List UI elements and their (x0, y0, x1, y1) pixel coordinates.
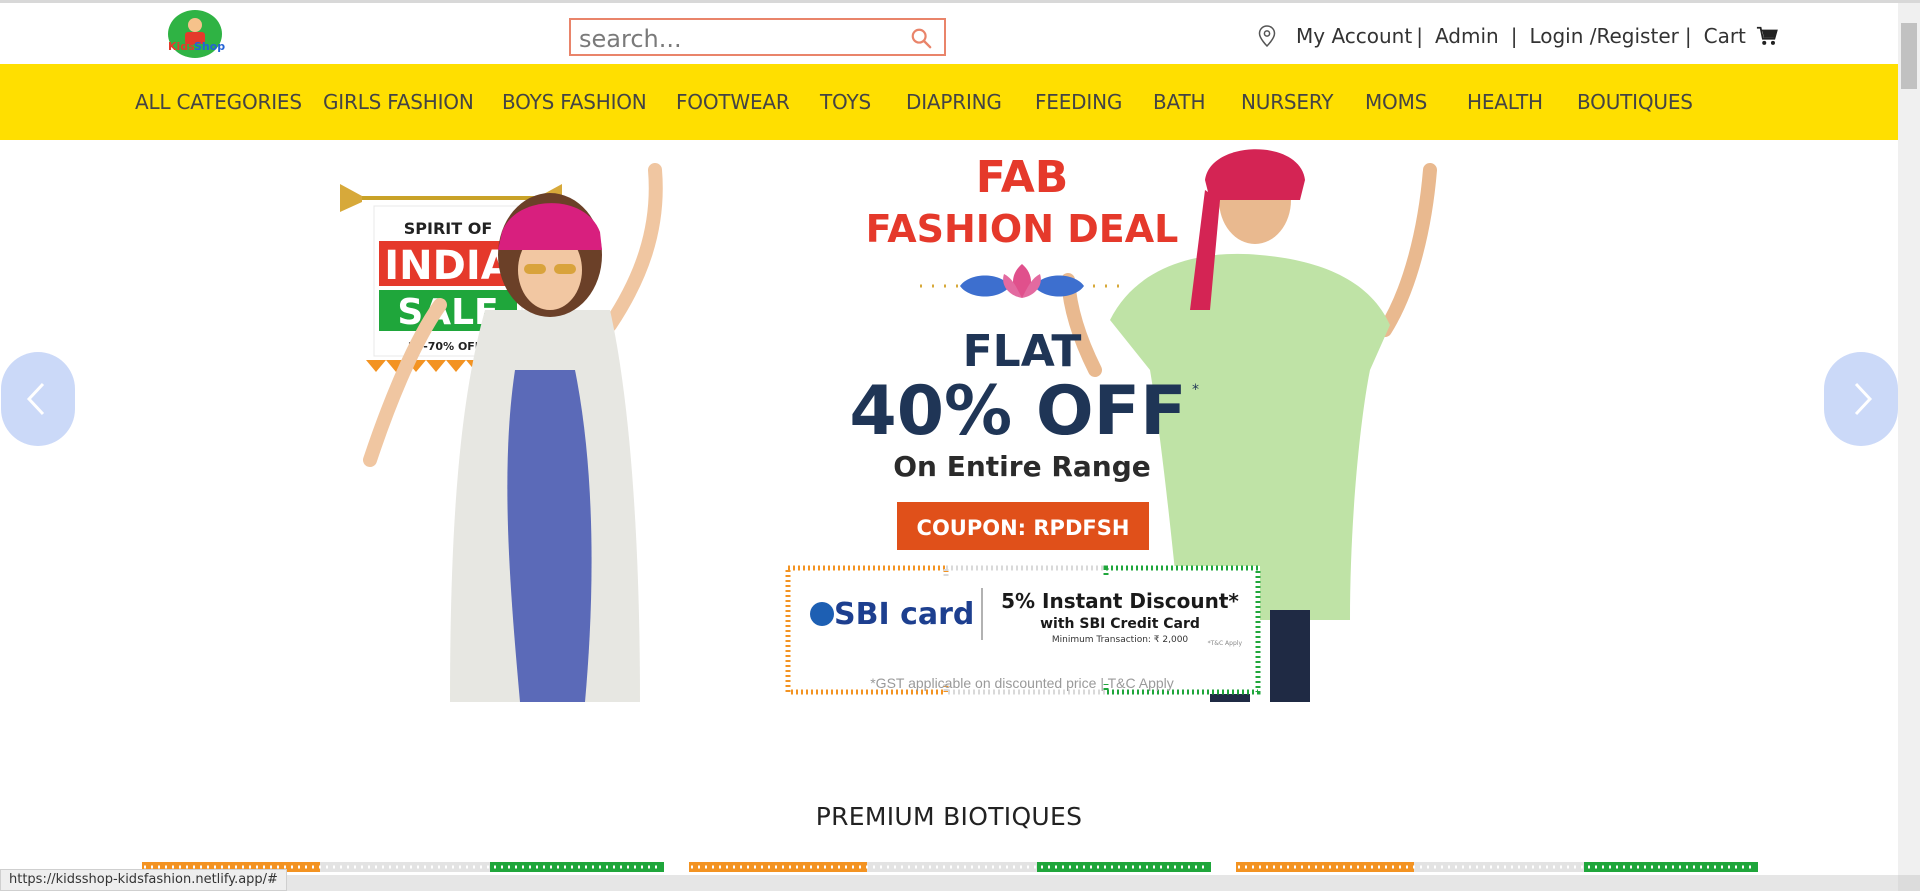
svg-text:Shop: Shop (194, 40, 225, 53)
nav-item-nursery[interactable]: NURSERY (1241, 90, 1333, 114)
svg-text:SPIRIT OF: SPIRIT OF (404, 219, 493, 238)
svg-text:*T&C Apply: *T&C Apply (1208, 640, 1243, 647)
nav-item-footwear[interactable]: FOOTWEAR (676, 90, 790, 114)
nav-item-boutiques[interactable]: BOUTIQUES (1577, 90, 1693, 114)
svg-text:40% OFF: 40% OFF (849, 372, 1186, 451)
admin-link[interactable]: Admin (1435, 24, 1499, 48)
svg-text:with SBI Credit Card: with SBI Credit Card (1040, 616, 1200, 632)
search-box[interactable] (569, 18, 946, 56)
svg-text:*: * (1192, 382, 1199, 398)
scrollbar-corner (1898, 875, 1920, 891)
location-pin-icon[interactable] (1258, 25, 1276, 47)
svg-text:FAB: FAB (976, 152, 1069, 203)
svg-text:On Entire Range: On Entire Range (893, 450, 1151, 483)
lotus-ornament-icon (920, 264, 1125, 298)
banner-footnote: *GST applicable on discounted price | T&… (870, 675, 1174, 691)
scrollbar-thumb[interactable] (1901, 23, 1917, 89)
link-separator: | (1510, 24, 1518, 48)
sbi-logo-icon (810, 602, 834, 626)
search-input[interactable] (577, 23, 901, 55)
promo-banner[interactable]: SPIRIT OF INDIA SALE 30-70% OFF* FAB FAS… (310, 140, 1610, 702)
site-header: Kids Shop My Account | Admin | Login /Re… (0, 3, 1898, 64)
vertical-scrollbar[interactable] (1898, 3, 1920, 875)
login-register-link[interactable]: Login /Register (1529, 24, 1678, 48)
search-icon[interactable] (910, 27, 932, 49)
cart-link[interactable]: Cart (1704, 24, 1746, 48)
premium-section-title: PREMIUM BIOTIQUES (815, 802, 1083, 831)
svg-text:5% Instant Discount*: 5% Instant Discount* (1001, 589, 1239, 613)
header-links: My Account | Admin | Login /Register | C… (1258, 21, 1778, 51)
nav-item-feeding[interactable]: FEEDING (1035, 90, 1122, 114)
nav-item-toys[interactable]: TOYS (820, 90, 871, 114)
link-separator: | (1416, 24, 1423, 48)
my-account-link[interactable]: My Account (1296, 24, 1412, 48)
svg-text:Kids: Kids (168, 40, 195, 53)
nav-item-diapring[interactable]: DIAPRING (906, 90, 1002, 114)
status-bar-url: https://kidsshop-kidsfashion.netlify.app… (0, 869, 287, 891)
carousel-prev-button[interactable] (1, 352, 75, 446)
svg-text:COUPON: RPDFSH: COUPON: RPDFSH (917, 516, 1130, 540)
nav-item-health[interactable]: HEALTH (1467, 90, 1543, 114)
product-card-border (1236, 862, 1758, 872)
chevron-right-icon (1854, 382, 1873, 416)
svg-text:FLAT: FLAT (963, 326, 1082, 377)
nav-item-all-categories[interactable]: ALL CATEGORIES (135, 90, 302, 114)
nav-item-moms[interactable]: MOMS (1365, 90, 1427, 114)
link-separator: | (1684, 24, 1692, 48)
product-card-border (689, 862, 1211, 872)
nav-item-girls-fashion[interactable]: GIRLS FASHION (323, 90, 474, 114)
svg-text:Minimum Transaction: ₹ 2,000: Minimum Transaction: ₹ 2,000 (1052, 635, 1189, 645)
category-nav: ALL CATEGORIES GIRLS FASHION BOYS FASHIO… (0, 64, 1898, 140)
site-logo[interactable]: Kids Shop (165, 8, 225, 60)
carousel-next-button[interactable] (1824, 352, 1898, 446)
cart-icon[interactable] (1756, 25, 1778, 47)
svg-text:SBI card: SBI card (834, 597, 974, 632)
svg-text:INDIA: INDIA (384, 243, 511, 289)
svg-text:FASHION DEAL: FASHION DEAL (866, 207, 1179, 251)
nav-item-bath[interactable]: BATH (1153, 90, 1206, 114)
nav-item-boys-fashion[interactable]: BOYS FASHION (502, 90, 647, 114)
chevron-left-icon (26, 382, 45, 416)
